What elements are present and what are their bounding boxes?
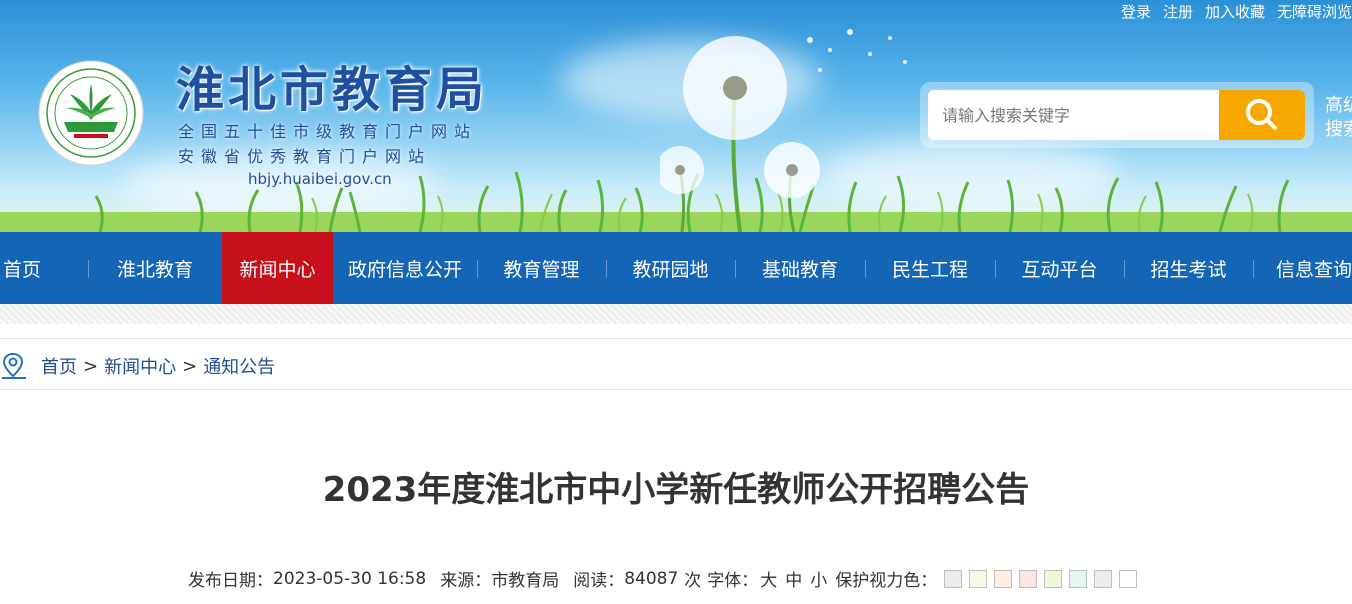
publish-date: 2023-05-30 16:58 (273, 568, 427, 589)
nav-divider (995, 260, 996, 278)
read-unit: 次 (684, 571, 702, 591)
nav-item-admissions[interactable]: 招生考试 (1124, 232, 1253, 304)
site-title: 淮北市教育局 (176, 62, 489, 118)
eye-color-swatch[interactable] (944, 569, 963, 588)
nav-item-basic-education[interactable]: 基础教育 (735, 232, 865, 304)
nav-item-teaching-research[interactable]: 教研园地 (606, 232, 735, 304)
nav-divider (1253, 260, 1254, 278)
site-subtitle: 安徽省优秀教育门户网站 (178, 147, 432, 166)
site-header: 登录 注册 加入收藏 无障碍浏览 淮北市教育局 全国五十佳市级教育门户网站 安徽… (0, 0, 1352, 232)
font-size-label: 字体： (707, 571, 759, 591)
breadcrumb: 首页 > 新闻中心 > 通知公告 (0, 352, 275, 380)
eye-color-label: 保护视力色： (835, 571, 938, 591)
nav-item-huaibei-education[interactable]: 淮北教育 (88, 232, 222, 304)
breadcrumb-home[interactable]: 首页 (41, 353, 77, 379)
eye-color-swatch[interactable] (1094, 569, 1113, 588)
divider (0, 389, 1352, 390)
article-meta: 发布日期： 2023-05-30 16:58 来源： 市教育局 阅读： 8408… (188, 566, 1138, 591)
eye-color-swatch[interactable] (1119, 569, 1138, 588)
eye-color-swatch[interactable] (1019, 569, 1038, 588)
search-button[interactable] (1219, 90, 1305, 140)
nav-divider (1124, 260, 1125, 278)
font-size-medium[interactable]: 中 (785, 566, 802, 591)
eye-color-swatch[interactable] (969, 569, 988, 588)
breadcrumb-separator: > (182, 355, 198, 377)
login-link[interactable]: 登录 (1121, 1, 1151, 22)
source-label: 来源： (440, 571, 492, 591)
read-label: 阅读： (573, 571, 625, 591)
font-size-large[interactable]: 大 (760, 566, 777, 591)
divider (0, 338, 1352, 339)
main-nav: 首页 淮北教育 新闻中心 政府信息公开 教育管理 教研园地 基础教育 民生工程 … (0, 232, 1352, 304)
publish-date-label: 发布日期： (188, 571, 273, 591)
breadcrumb-separator: > (83, 355, 99, 377)
breadcrumb-notices[interactable]: 通知公告 (203, 353, 275, 379)
search-box (928, 90, 1305, 140)
nav-item-gov-info[interactable]: 政府信息公开 (333, 232, 477, 304)
nav-item-interaction[interactable]: 互动平台 (995, 232, 1124, 304)
nav-item-home[interactable]: 首页 (0, 232, 88, 304)
top-links: 登录 注册 加入收藏 无障碍浏览 (1121, 0, 1352, 22)
eye-color-swatch[interactable] (1069, 569, 1088, 588)
search-panel (920, 82, 1314, 148)
nav-divider (477, 260, 478, 278)
nav-divider (735, 260, 736, 278)
site-domain: hbjy.huaibei.gov.cn (248, 170, 392, 188)
source-value: 市教育局 (491, 571, 560, 591)
eye-color-swatch[interactable] (1044, 569, 1063, 588)
add-favorite-link[interactable]: 加入收藏 (1205, 1, 1265, 22)
pattern-strip (0, 304, 1352, 324)
nav-item-livelihood[interactable]: 民生工程 (865, 232, 995, 304)
eye-color-swatch[interactable] (994, 569, 1013, 588)
search-icon (1246, 99, 1277, 130)
nav-divider (88, 260, 89, 278)
read-count: 84087 (624, 568, 679, 589)
font-size-small[interactable]: 小 (810, 566, 827, 591)
breadcrumb-news-center[interactable]: 新闻中心 (104, 353, 176, 379)
nav-item-news-center[interactable]: 新闻中心 (222, 232, 333, 304)
dandelion-decoration (660, 29, 907, 232)
bureau-logo (38, 60, 144, 166)
nav-item-info-query[interactable]: 信息查询 (1253, 232, 1352, 304)
article-title: 2023年度淮北市中小学新任教师公开招聘公告 (322, 470, 1030, 510)
search-input[interactable] (928, 90, 1219, 140)
advanced-search-link[interactable]: 高级搜索 (1325, 94, 1352, 142)
nav-item-education-management[interactable]: 教育管理 (477, 232, 606, 304)
site-subtitle: 全国五十佳市级教育门户网站 (178, 122, 478, 141)
nav-divider (865, 260, 866, 278)
register-link[interactable]: 注册 (1163, 1, 1193, 22)
accessibility-link[interactable]: 无障碍浏览 (1277, 1, 1352, 22)
location-icon (2, 352, 26, 379)
nav-divider (606, 260, 607, 278)
